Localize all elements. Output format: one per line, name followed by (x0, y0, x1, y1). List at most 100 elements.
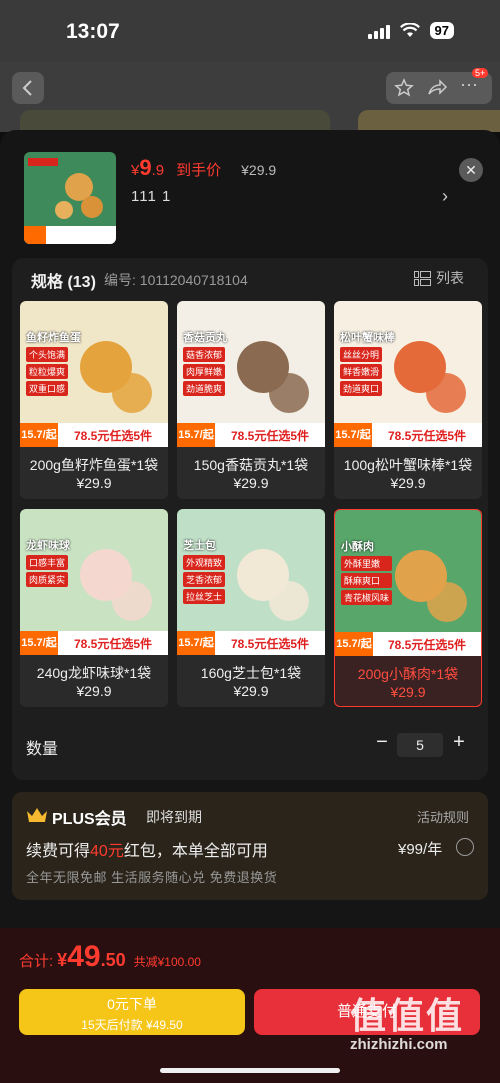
spec-option-image-label: 龙虾味球 (26, 540, 70, 552)
spec-option-name: 200g小酥肉*1袋 (357, 666, 459, 682)
total-label: 合计: (19, 953, 54, 970)
spec-option-chip: 口感丰富 (26, 555, 69, 570)
food-shape (269, 373, 309, 413)
spec-option-image: 鱼籽炸鱼蛋 个头饱满 粒粒爆爽 双重口感 15.7/起 78.5元任选5件 (20, 301, 168, 447)
close-button[interactable]: ✕ (459, 158, 483, 182)
renew-amount: 40元 (90, 843, 124, 860)
spec-option-chip: 青花椒风味 (341, 590, 393, 605)
plus-rules-link[interactable]: 活动规则 (417, 807, 469, 826)
spec-option[interactable]: 小酥肉外酥里嫩酥麻爽口青花椒风味 15.7/起 78.5元任选5件 200g小酥肉*1… (334, 509, 482, 707)
plus-radio[interactable] (456, 838, 474, 856)
promo-text: 78.5元任选5件 (387, 428, 467, 443)
spec-option-name: 240g龙虾味球*1袋 (36, 665, 152, 681)
spec-option-price: ¥29.9 (390, 475, 426, 491)
pay-later-detail: 15天后付款 ¥49.50 (81, 1018, 183, 1032)
quantity-input[interactable]: 5 (397, 733, 443, 757)
quantity-label: 数量 (26, 741, 59, 758)
star-icon[interactable] (394, 78, 414, 98)
promo-unit-price: 15.7/起 (177, 423, 215, 447)
food-shape (269, 581, 309, 621)
spec-option-image-label: 香菇贡丸 (183, 332, 227, 344)
spec-option-image: 小酥肉外酥里嫩酥麻爽口青花椒风味 15.7/起 78.5元任选5件 (335, 510, 481, 656)
home-indicator[interactable] (160, 1068, 340, 1073)
spec-option-price: ¥29.9 (76, 683, 112, 699)
quantity-plus-button[interactable]: + (451, 731, 467, 754)
spec-code: 编号: 10112040718104 (104, 272, 248, 288)
spec-option-chip: 酥麻爽口 (341, 573, 393, 588)
spec-option-image-label: 松叶蟹味棒 (340, 332, 395, 344)
selected-spec-summary[interactable]: 111 1 (131, 188, 171, 205)
crown-icon (27, 808, 47, 822)
promo-text: 78.5元任选5件 (73, 636, 153, 651)
promo-unit-price: 15.7/起 (334, 423, 372, 447)
promo-strip: 15.7/起 78.5元任选5件 (334, 423, 482, 447)
list-view-icon (414, 271, 431, 286)
background-banner-image (358, 110, 500, 132)
pay-later-label: 0元下单 (107, 996, 157, 1012)
spec-option-image: 松叶蟹味棒 丝丝分明 鲜香嫩滑 劲道爽口 15.7/起 78.5元任选5件 (334, 301, 482, 447)
original-price: ¥29.9 (241, 162, 277, 178)
spec-option-image-label: 小酥肉 (341, 541, 374, 553)
spec-option-chip: 拉丝芝士 (183, 589, 226, 604)
watermark-url: zhizhizhi.com (350, 1036, 448, 1053)
promo-text: 78.5元任选5件 (387, 637, 467, 652)
spec-option[interactable]: 龙虾味球口感丰富肉质紧实 15.7/起 78.5元任选5件 240g龙虾味球*1袋 ¥2… (20, 509, 168, 707)
spec-option-price: ¥29.9 (390, 684, 426, 700)
spec-option-chip: 外酥里嫩 (341, 556, 393, 571)
spec-option-name: 200g鱼籽炸鱼蛋*1袋 (29, 457, 159, 473)
spec-option-chip: 肉质紧实 (26, 572, 69, 587)
price-block: ¥9.9 到手价 ¥29.9 (131, 155, 276, 181)
status-bar: 13:07 97 (0, 0, 500, 62)
watermark: 值值值 zhizhizhi.com (350, 996, 490, 1056)
spec-option-chip: 丝丝分明 (340, 347, 383, 362)
total-price: 合计: ¥49.50 共减¥100.00 (19, 940, 201, 974)
spec-option[interactable]: 鱼籽炸鱼蛋 个头饱满 粒粒爆爽 双重口感 15.7/起 78.5元任选5件 200g鱼籽炸鱼… (20, 301, 168, 499)
spec-option[interactable]: 芝士包 外观精致 芝香浓郁 拉丝芝士 15.7/起 78.5元任选5件 160g芝士包*1袋… (177, 509, 325, 707)
plus-benefits: 全年无限免邮 生活服务随心兑 免费退换货 (26, 870, 278, 885)
pay-later-button[interactable]: 0元下单 15天后付款 ¥49.50 (19, 989, 245, 1035)
notification-badge: 5+ (472, 68, 489, 78)
spec-option-chips: 菇香浓郁 肉厚鲜嫩 劲道脆爽 (183, 347, 226, 396)
plus-title: PLUS会员 (52, 811, 127, 828)
food-shape (112, 373, 152, 413)
status-icons: 97 (367, 22, 454, 39)
promo-strip: 15.7/起 78.5元任选5件 (177, 423, 325, 447)
spec-option-chip: 芝香浓郁 (183, 572, 226, 587)
price-decimal: .9 (151, 162, 165, 179)
background-banner (20, 110, 330, 132)
spec-option-chips: 外酥里嫩酥麻爽口青花椒风味 (341, 556, 393, 605)
quantity-minus-button[interactable]: − (374, 731, 390, 754)
share-icon[interactable] (426, 78, 448, 98)
total-int: 49 (67, 940, 101, 973)
spec-option-image: 香菇贡丸菇香浓郁 肉厚鲜嫩 劲道脆爽 15.7/起 78.5元任选5件 (177, 301, 325, 447)
top-actions: ··· 5+ (386, 68, 492, 104)
total-currency: ¥ (57, 950, 68, 970)
spec-option-chip: 鲜香嫩滑 (340, 364, 383, 379)
promo-text: 78.5元任选5件 (73, 428, 153, 443)
spec-option-name: 150g香菇贡丸*1袋 (193, 457, 309, 473)
promo-strip: 15.7/起 78.5元任选5件 (20, 631, 168, 655)
spec-option-price: ¥29.9 (233, 475, 269, 491)
spec-option[interactable]: 香菇贡丸菇香浓郁 肉厚鲜嫩 劲道脆爽 15.7/起 78.5元任选5件 150g香菇贡丸*… (177, 301, 325, 499)
close-icon: ✕ (465, 162, 477, 178)
food-shape (427, 582, 467, 622)
spec-option-name: 160g芝士包*1袋 (200, 665, 302, 681)
back-button[interactable] (12, 72, 44, 104)
total-decimal: .50 (100, 950, 126, 970)
spec-option-chips: 外观精致芝香浓郁拉丝芝士 (183, 555, 226, 604)
wifi-icon (399, 23, 420, 37)
list-view-toggle[interactable]: 列表 (414, 268, 464, 288)
spec-title: 规格 (13) (31, 274, 96, 291)
promo-unit-price: 15.7/起 (20, 631, 58, 655)
promo-unit-price: 15.7/起 (335, 632, 373, 656)
spec-option-chip: 粒粒爆爽 (26, 364, 69, 379)
product-thumbnail (24, 152, 116, 244)
list-view-label: 列表 (436, 270, 464, 286)
spec-option-chip: 外观精致 (183, 555, 226, 570)
promo-text: 78.5元任选5件 (230, 636, 310, 651)
renew-prefix: 续费可得 (26, 843, 91, 860)
food-shape (112, 581, 152, 621)
plus-renew-offer: 续费可得40元红包，本单全部可用 (26, 837, 268, 861)
spec-option[interactable]: 松叶蟹味棒 丝丝分明 鲜香嫩滑 劲道爽口 15.7/起 78.5元任选5件 100g松叶蟹味… (334, 301, 482, 499)
chevron-right-icon[interactable]: › (442, 186, 448, 207)
